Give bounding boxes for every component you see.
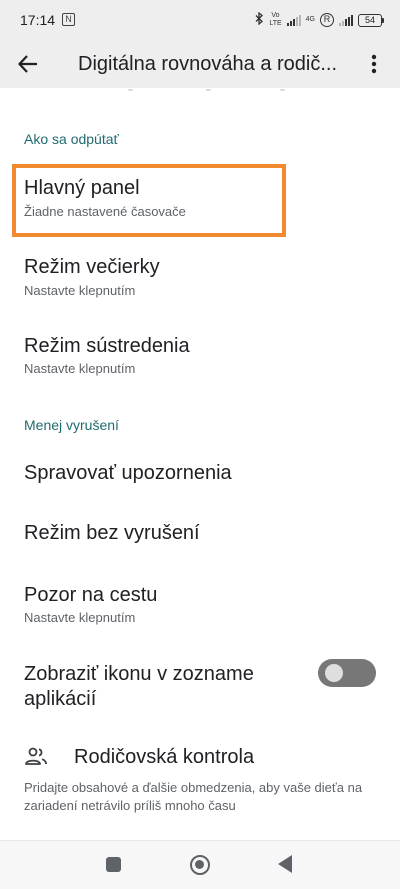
page-title: Digitálna rovnováha a rodič... <box>78 53 338 75</box>
manage-notifications-title: Spravovať upozornenia <box>24 462 232 484</box>
network-type: 4G <box>305 16 315 23</box>
app-bar: Digitálna rovnováha a rodič... <box>0 40 400 88</box>
bluetooth-icon <box>255 11 264 28</box>
section-header-less-distraction: Menej vyrušení <box>24 417 119 433</box>
toggle-knob <box>325 664 343 682</box>
family-icon <box>24 745 48 769</box>
battery-icon: 54 <box>358 13 384 27</box>
show-icon-title-line1: Zobraziť ikonu v zozname <box>24 663 254 685</box>
bedtime-mode-item[interactable]: Režim večierky Nastavte klepnutím <box>0 242 400 322</box>
do-not-disturb-item[interactable]: Režim bez vyrušení <box>0 506 400 562</box>
recents-button[interactable] <box>106 857 121 872</box>
more-vert-icon <box>371 54 377 74</box>
bedtime-mode-subtitle: Nastavte klepnutím <box>24 283 136 298</box>
heads-up-item[interactable]: Pozor na cestu Nastavte klepnutím <box>0 570 400 648</box>
navigation-bar <box>0 840 400 889</box>
nav-back-button[interactable] <box>278 855 292 873</box>
status-time: 17:14 <box>20 12 56 28</box>
nfc-icon: N <box>62 13 75 26</box>
show-icon-toggle[interactable] <box>318 659 376 687</box>
status-bar: 17:14 N Vo LTE 4G R 54 <box>0 0 400 40</box>
arrow-left-icon <box>18 55 37 73</box>
signal-icon <box>286 14 301 26</box>
home-button[interactable] <box>190 855 210 875</box>
more-options-button[interactable] <box>356 44 392 84</box>
bedtime-mode-title: Režim večierky <box>24 256 160 278</box>
heads-up-title: Pozor na cestu <box>24 584 158 606</box>
heads-up-subtitle: Nastavte klepnutím <box>24 610 136 625</box>
back-button[interactable] <box>8 44 48 84</box>
signal-icon-2 <box>339 14 353 26</box>
highlight-box <box>12 164 286 237</box>
volte-icon: Vo LTE <box>269 12 282 27</box>
parental-controls-title[interactable]: Rodičovská kontrola <box>74 746 254 769</box>
roaming-icon: R <box>320 13 334 27</box>
focus-mode-item[interactable]: Režim sústredenia Nastavte klepnutím <box>0 322 400 402</box>
manage-notifications-item[interactable]: Spravovať upozornenia <box>0 446 400 502</box>
do-not-disturb-title: Režim bez vyrušení <box>24 522 200 544</box>
section-header-disconnect: Ako sa odpútať <box>24 131 119 147</box>
focus-mode-subtitle: Nastavte klepnutím <box>24 361 136 376</box>
status-icons: Vo LTE 4G R 54 <box>255 11 384 29</box>
scroll-edge <box>0 88 400 94</box>
show-icon-title-line2: aplikácií <box>24 688 97 710</box>
parental-controls-description: Pridajte obsahové a ďalšie obmedzenia, a… <box>24 780 363 813</box>
focus-mode-title: Režim sústredenia <box>24 335 190 357</box>
